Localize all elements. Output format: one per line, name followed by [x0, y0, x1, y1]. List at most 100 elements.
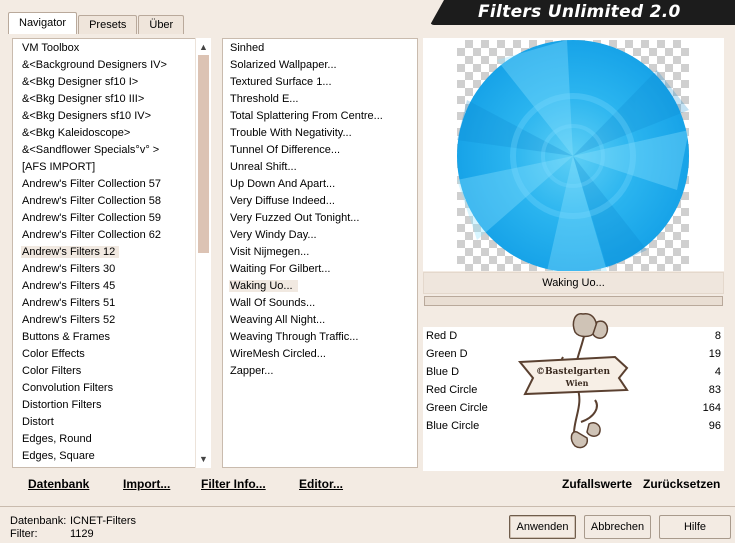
- random-values-button[interactable]: Zufallswerte: [562, 477, 632, 491]
- app-title: Filters Unlimited 2.0: [478, 2, 681, 22]
- parameter-value: 96: [708, 420, 721, 432]
- category-item[interactable]: Distort: [13, 414, 210, 431]
- category-item[interactable]: Andrew's Filter Collection 62: [13, 227, 210, 244]
- filter-item[interactable]: Waking Uo...: [223, 278, 417, 295]
- category-scrollbar[interactable]: ▲ ▼: [195, 38, 211, 468]
- category-item[interactable]: Andrew's Filters 45: [13, 278, 210, 295]
- status-filter-label: Filter:: [10, 528, 38, 540]
- category-item-label: &<Background Designers IV>: [22, 59, 167, 71]
- apply-button[interactable]: Anwenden: [509, 515, 576, 539]
- scroll-down-icon[interactable]: ▼: [196, 451, 211, 467]
- category-item[interactable]: Andrew's Filters 52: [13, 312, 210, 329]
- preview-slider[interactable]: [424, 296, 723, 306]
- filter-info-button[interactable]: Filter Info...: [201, 477, 266, 491]
- help-button[interactable]: Hilfe: [659, 515, 731, 539]
- category-item[interactable]: Color Filters: [13, 363, 210, 380]
- scroll-up-icon[interactable]: ▲: [196, 39, 211, 55]
- editor-button[interactable]: Editor...: [299, 477, 343, 491]
- filter-item[interactable]: Very Diffuse Indeed...: [223, 193, 417, 210]
- title-banner: Filters Unlimited 2.0: [430, 0, 735, 25]
- tab-bar: Navigator Presets Über: [8, 12, 185, 34]
- filter-item[interactable]: Unreal Shift...: [223, 159, 417, 176]
- filter-item[interactable]: Solarized Wallpaper...: [223, 57, 417, 74]
- parameter-label: Blue Circle: [426, 420, 480, 432]
- category-item[interactable]: Andrew's Filters 12: [13, 244, 210, 261]
- tab-presets[interactable]: Presets: [78, 15, 138, 34]
- datenbank-button[interactable]: Datenbank: [28, 477, 89, 491]
- category-item[interactable]: [AFS IMPORT]: [13, 159, 210, 176]
- parameter-row[interactable]: Blue Circle 96: [423, 417, 724, 435]
- category-item[interactable]: &<Background Designers IV>: [13, 57, 210, 74]
- category-item[interactable]: Edges, Square: [13, 448, 210, 465]
- category-item[interactable]: &<Bkg Designer sf10 I>: [13, 74, 210, 91]
- parameter-row[interactable]: Red Circle 83: [423, 381, 724, 399]
- category-list[interactable]: VM Toolbox &<Background Designers IV> &<Bk…: [12, 38, 211, 468]
- category-item-label: Buttons & Frames: [22, 331, 111, 343]
- filter-item[interactable]: Up Down And Apart...: [223, 176, 417, 193]
- tab-navigator[interactable]: Navigator: [8, 12, 78, 34]
- parameter-row[interactable]: Red D 8: [423, 327, 724, 345]
- category-item[interactable]: Andrew's Filter Collection 57: [13, 176, 210, 193]
- category-item-label: Andrew's Filters 51: [22, 297, 116, 309]
- right-action-bar: Zufallswerte Zurücksetzen: [423, 472, 724, 496]
- cancel-button[interactable]: Abbrechen: [584, 515, 651, 539]
- category-item[interactable]: &<Bkg Designers sf10 IV>: [13, 108, 210, 125]
- category-item-label: Edges, Square: [22, 450, 95, 462]
- filter-item-label: Trouble With Negativity...: [230, 127, 352, 139]
- filter-item[interactable]: Weaving Through Traffic...: [223, 329, 417, 346]
- filter-item-label: Very Windy Day...: [230, 229, 317, 241]
- category-item[interactable]: Color Effects: [13, 346, 210, 363]
- category-item-label: Andrew's Filter Collection 58: [22, 195, 162, 207]
- filter-item-label: Visit Nijmegen...: [230, 246, 310, 258]
- filter-item[interactable]: Tunnel Of Difference...: [223, 142, 417, 159]
- category-item[interactable]: Convolution Filters: [13, 380, 210, 397]
- parameter-value: 4: [714, 366, 721, 378]
- filter-item[interactable]: WireMesh Circled...: [223, 346, 417, 363]
- category-item[interactable]: Andrew's Filters 51: [13, 295, 210, 312]
- filter-item[interactable]: Threshold E...: [223, 91, 417, 108]
- category-item[interactable]: Andrew's Filter Collection 59: [13, 210, 210, 227]
- filter-item[interactable]: Zapper...: [223, 363, 417, 380]
- category-item[interactable]: Andrew's Filters 30: [13, 261, 210, 278]
- reset-button[interactable]: Zurücksetzen: [643, 477, 720, 491]
- filter-list[interactable]: Sinhed Solarized Wallpaper... Textured Sur…: [222, 38, 418, 468]
- parameter-value: 8: [714, 330, 721, 342]
- category-item-label: Andrew's Filter Collection 59: [22, 212, 162, 224]
- filter-item[interactable]: Waiting For Gilbert...: [223, 261, 417, 278]
- filter-item[interactable]: Total Splattering From Centre...: [223, 108, 417, 125]
- category-item[interactable]: VM Toolbox: [13, 40, 210, 57]
- category-item[interactable]: Andrew's Filter Collection 58: [13, 193, 210, 210]
- filter-item-label: Wall Of Sounds...: [230, 297, 316, 309]
- parameter-row[interactable]: Green Circle 164: [423, 399, 724, 417]
- category-item-label: Andrew's Filters 52: [22, 314, 116, 326]
- filter-item[interactable]: Weaving All Night...: [223, 312, 417, 329]
- filter-item[interactable]: Textured Surface 1...: [223, 74, 417, 91]
- filter-item[interactable]: Very Fuzzed Out Tonight...: [223, 210, 417, 227]
- import-button[interactable]: Import...: [123, 477, 170, 491]
- left-action-bar: Datenbank Import... Filter Info... Edito…: [12, 472, 419, 496]
- category-item[interactable]: Distortion Filters: [13, 397, 210, 414]
- tab-ueber[interactable]: Über: [138, 15, 185, 34]
- status-filter-value: 1129: [70, 528, 94, 540]
- filter-item-label: Up Down And Apart...: [230, 178, 336, 190]
- parameter-label: Red Circle: [426, 384, 478, 396]
- category-item[interactable]: Edges, Round: [13, 431, 210, 448]
- filter-item[interactable]: Wall Of Sounds...: [223, 295, 417, 312]
- status-db-value: ICNET-Filters: [70, 515, 136, 527]
- category-item[interactable]: &<Sandflower Specials°v° >: [13, 142, 210, 159]
- status-db-label: Datenbank:: [10, 515, 67, 527]
- parameter-row[interactable]: Blue D 4: [423, 363, 724, 381]
- category-item-label: Andrew's Filter Collection 62: [22, 229, 162, 241]
- filter-item[interactable]: Visit Nijmegen...: [223, 244, 417, 261]
- category-item[interactable]: &<Bkg Kaleidoscope>: [13, 125, 210, 142]
- parameter-row[interactable]: Green D 19: [423, 345, 724, 363]
- scroll-thumb[interactable]: [198, 55, 209, 253]
- category-item[interactable]: &<Bkg Designer sf10 III>: [13, 91, 210, 108]
- filter-item-label: Tunnel Of Difference...: [230, 144, 341, 156]
- filter-item[interactable]: Very Windy Day...: [223, 227, 417, 244]
- filter-item[interactable]: Trouble With Negativity...: [223, 125, 417, 142]
- filter-item-label: Textured Surface 1...: [230, 76, 332, 88]
- filter-item[interactable]: Sinhed: [223, 40, 417, 57]
- filter-item-label: Threshold E...: [230, 93, 299, 105]
- category-item[interactable]: Buttons & Frames: [13, 329, 210, 346]
